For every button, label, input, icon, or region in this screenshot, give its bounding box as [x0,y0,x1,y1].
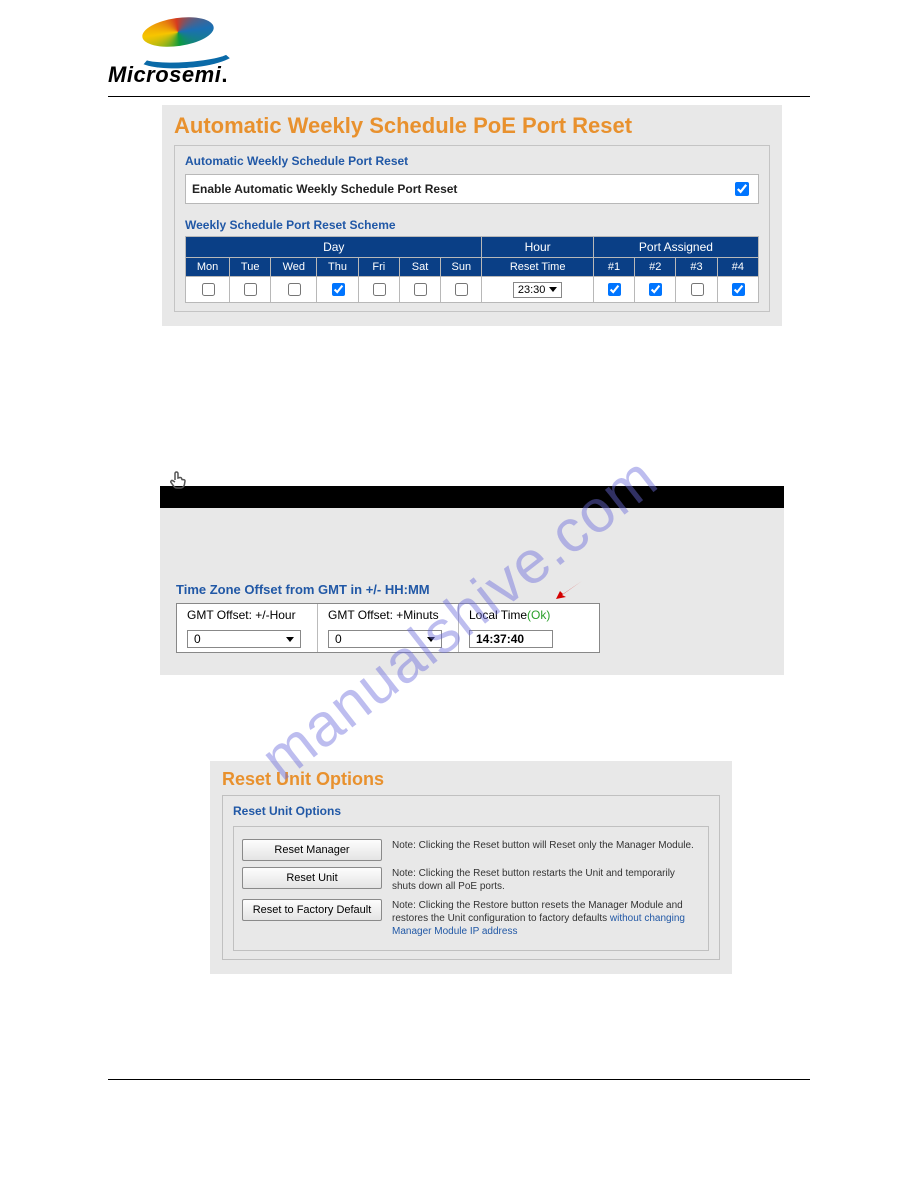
brand-dot: . [221,62,228,87]
th-sun: Sun [441,258,482,277]
th-thu: Thu [317,258,358,277]
chevron-down-icon [286,637,294,642]
weekly-schedule-table: Day Hour Port Assigned Mon Tue Wed Thu F… [185,236,759,303]
th-wed: Wed [271,258,317,277]
reset-time-select[interactable]: 23:30 [513,282,563,298]
reset-row: Reset to Factory Default Note: Clicking … [242,899,700,938]
reset-row: Reset Manager Note: Clicking the Reset b… [242,839,700,861]
tz-box: GMT Offset: +/-Hour GMT Offset: +Minuts … [176,603,600,653]
panel1-sublegend: Weekly Schedule Port Reset Scheme [185,218,759,232]
tz-title: Time Zone Offset from GMT in +/- HH:MM [176,582,768,597]
th-port-4: #4 [717,258,758,277]
panel1-legend: Automatic Weekly Schedule Port Reset [185,154,759,168]
port-3-checkbox[interactable] [691,283,704,296]
th-port-1: #1 [593,258,634,277]
th-sat: Sat [399,258,440,277]
weekly-schedule-panel: Automatic Weekly Schedule PoE Port Reset… [162,105,782,326]
tz-ok-text: (Ok) [527,608,550,622]
panel2-titlebar [160,486,784,508]
schedule-row: 23:30 [186,277,759,303]
panel1-title: Automatic Weekly Schedule PoE Port Reset [174,113,770,139]
port-1-checkbox[interactable] [608,283,621,296]
port-4-checkbox[interactable] [732,283,745,296]
tz-col3-text: Local Time [469,608,527,622]
panel3-fieldset: Reset Unit Options Reset Manager Note: C… [222,795,720,960]
day-tue-checkbox[interactable] [244,283,257,296]
enable-auto-reset-row[interactable]: Enable Automatic Weekly Schedule Port Re… [185,174,759,204]
gmt-hour-value: 0 [194,632,201,646]
reset-factory-note: Note: Clicking the Restore button resets… [392,899,700,938]
reset-manager-button[interactable]: Reset Manager [242,839,382,861]
reset-unit-note: Note: Clicking the Reset button restarts… [392,867,700,893]
timezone-panel-outer: Time Zone Offset from GMT in +/- HH:MM G… [160,486,784,675]
chevron-down-icon [427,637,435,642]
day-sat-checkbox[interactable] [414,283,427,296]
brand-logo: Microsemi. [0,0,918,96]
day-thu-checkbox[interactable] [332,283,345,296]
th-mon: Mon [186,258,230,277]
port-2-checkbox[interactable] [649,283,662,296]
footer-divider [108,1079,810,1080]
gmt-hour-select[interactable]: 0 [187,630,301,648]
th-reset-time: Reset Time [482,258,593,277]
day-fri-checkbox[interactable] [373,283,386,296]
th-ports-group: Port Assigned [593,237,758,258]
day-sun-checkbox[interactable] [455,283,468,296]
red-arrow-icon [556,581,582,602]
reset-manager-note: Note: Clicking the Reset button will Res… [392,839,700,852]
th-tue: Tue [230,258,271,277]
enable-auto-reset-checkbox[interactable] [735,182,749,196]
th-day-group: Day [186,237,482,258]
reset-factory-button[interactable]: Reset to Factory Default [242,899,382,921]
chevron-down-icon [549,287,557,292]
panel3-title: Reset Unit Options [222,769,720,791]
reset-row: Reset Unit Note: Clicking the Reset butt… [242,867,700,893]
th-port-2: #2 [635,258,676,277]
timezone-panel: Time Zone Offset from GMT in +/- HH:MM G… [160,508,784,675]
panel1-fieldset: Automatic Weekly Schedule Port Reset Ena… [174,145,770,312]
brand-swoosh-icon [136,18,224,62]
th-port-3: #3 [676,258,717,277]
gmt-min-select[interactable]: 0 [328,630,442,648]
enable-auto-reset-label: Enable Automatic Weekly Schedule Port Re… [192,182,457,196]
th-hour-group: Hour [482,237,593,258]
pointing-hand-icon [166,468,190,492]
tz-col1-label: GMT Offset: +/-Hour [177,604,318,626]
header-divider [108,96,810,97]
panel3-inner: Reset Manager Note: Clicking the Reset b… [233,826,709,951]
reset-unit-button[interactable]: Reset Unit [242,867,382,889]
tz-col3-label: Local Time(Ok) [459,604,599,626]
day-wed-checkbox[interactable] [288,283,301,296]
local-time-value: 14:37:40 [469,630,553,648]
tz-col2-label: GMT Offset: +Minuts [318,604,459,626]
day-mon-checkbox[interactable] [202,283,215,296]
reset-options-panel: Reset Unit Options Reset Unit Options Re… [210,761,732,974]
panel3-legend: Reset Unit Options [233,804,709,818]
reset-time-value: 23:30 [518,284,546,296]
gmt-min-value: 0 [335,632,342,646]
th-fri: Fri [358,258,399,277]
